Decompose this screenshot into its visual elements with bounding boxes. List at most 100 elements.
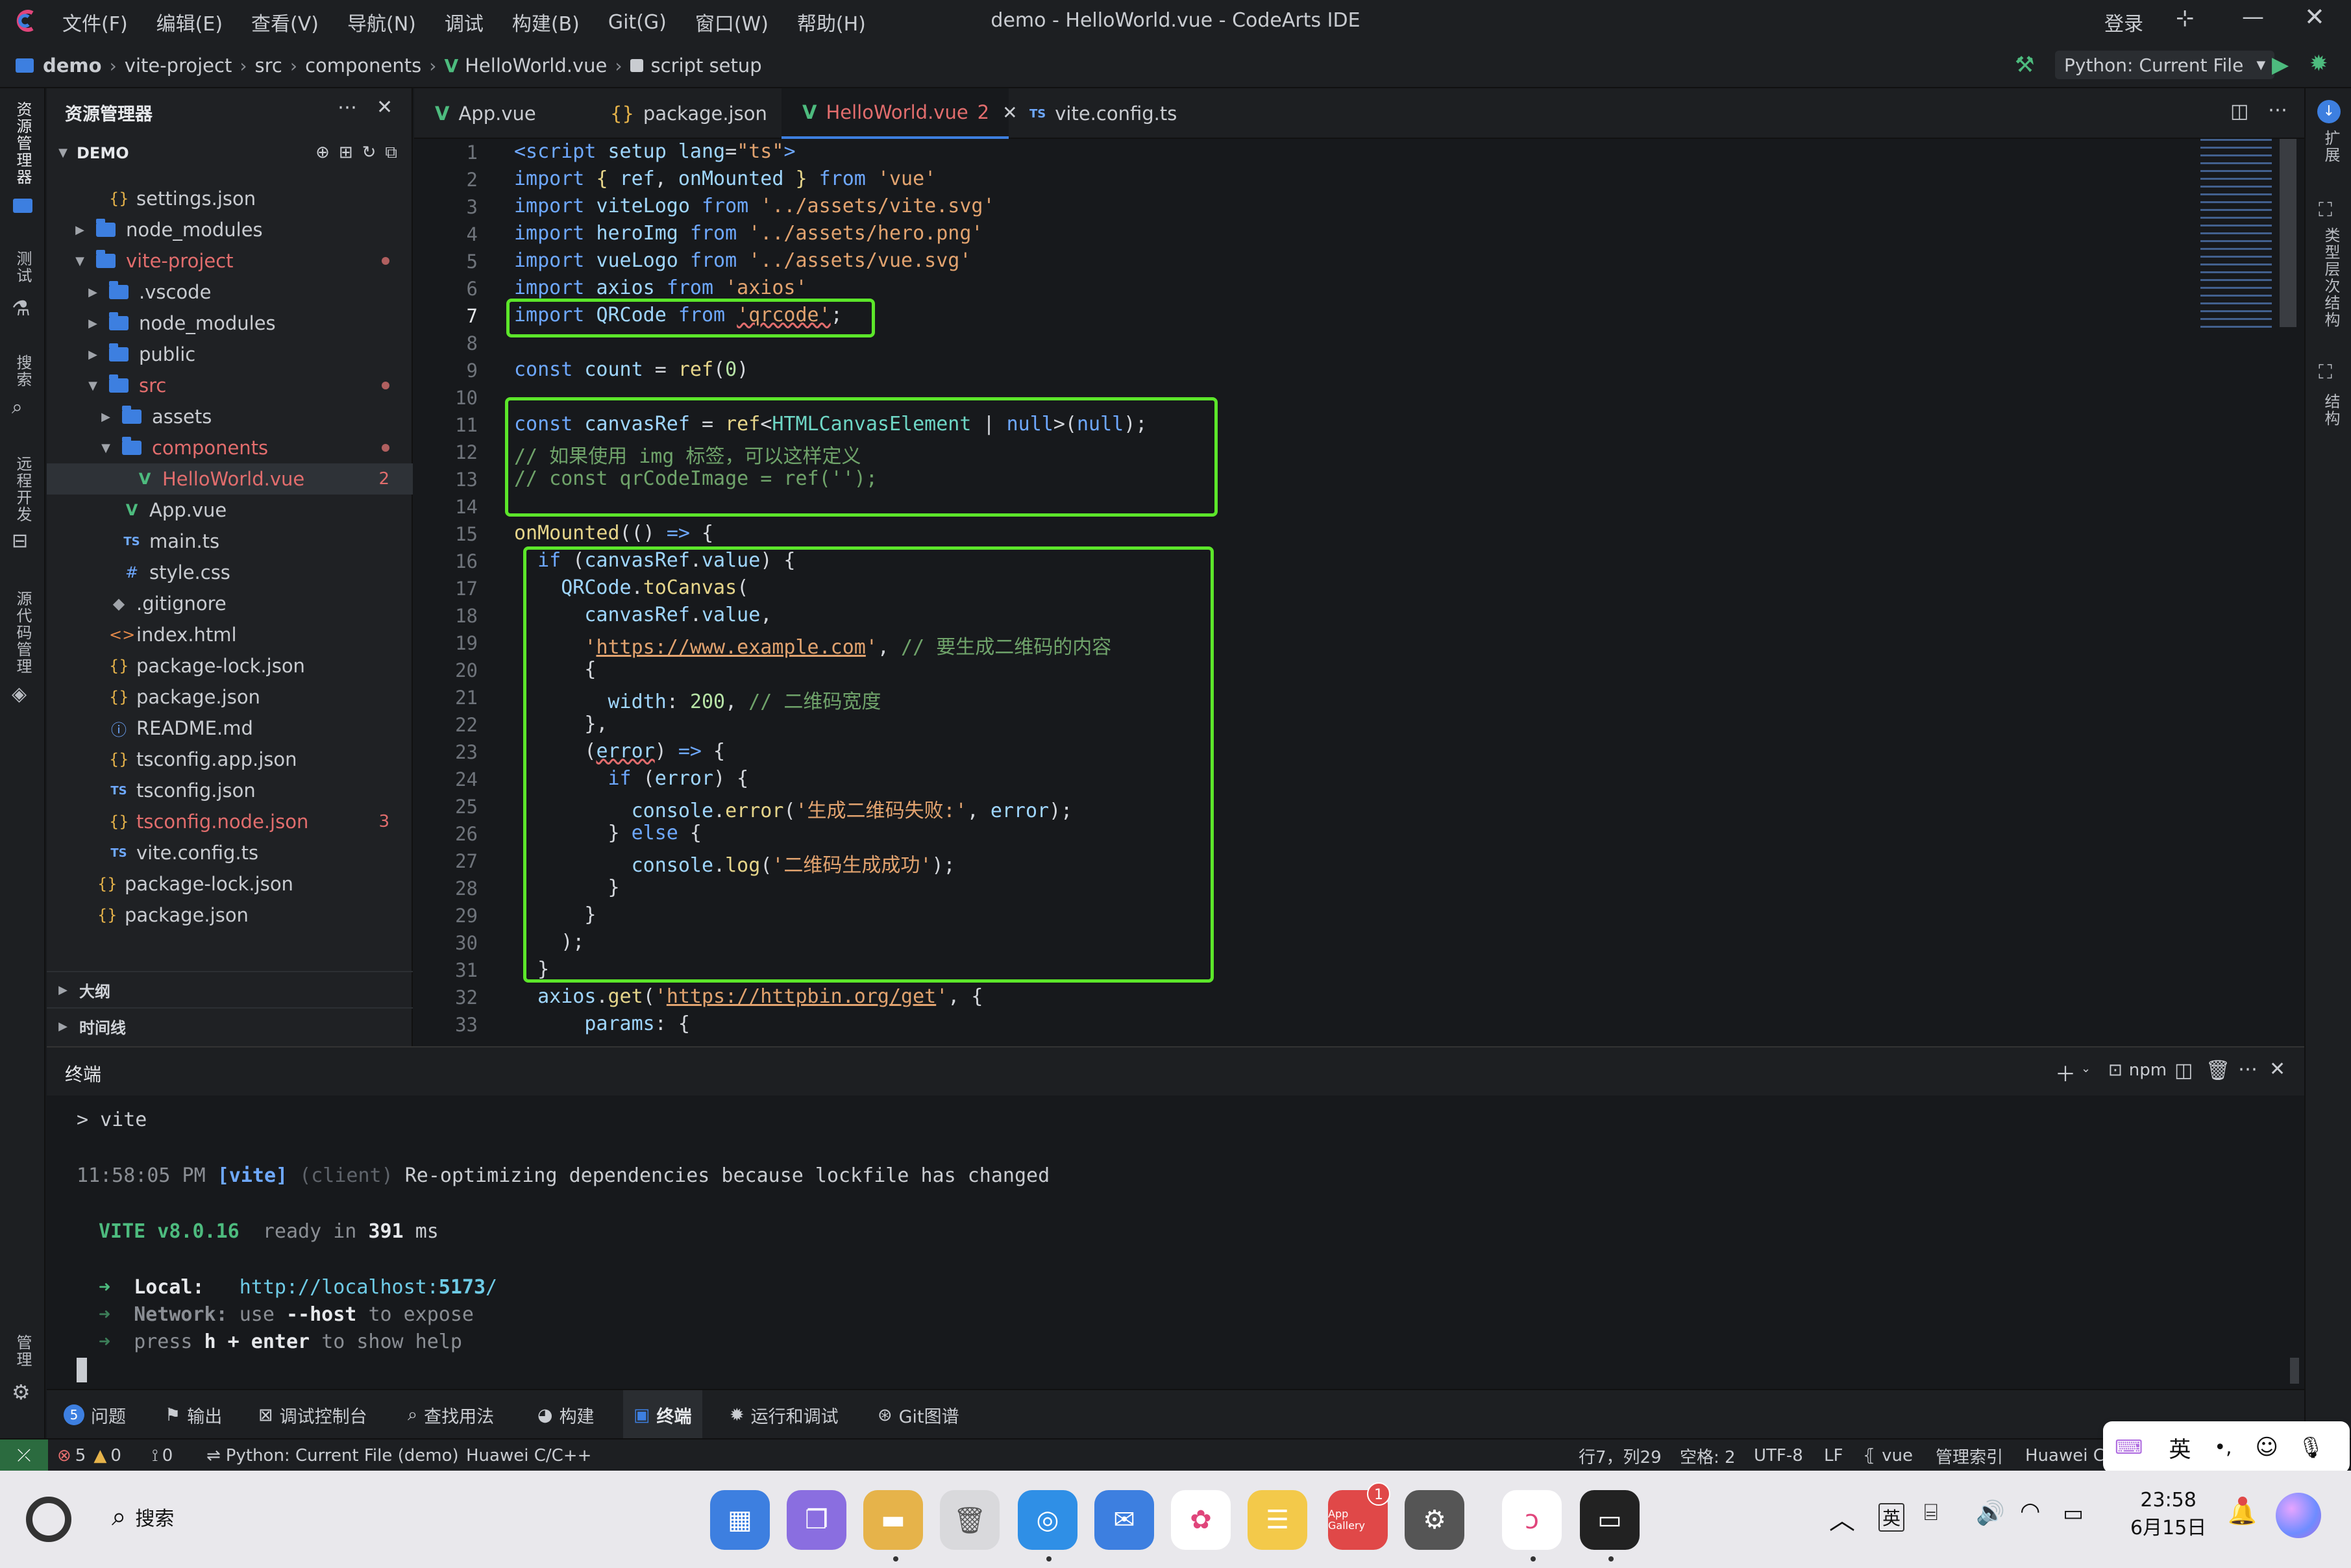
tree-item[interactable]: TS main.ts xyxy=(47,526,413,557)
outline-section[interactable]: ▶ 大纲 xyxy=(47,971,413,1007)
trash-icon[interactable]: 🗑 xyxy=(2206,1059,2230,1082)
status-problems[interactable]: ⊗ 5 ▲ 0 xyxy=(57,1439,121,1472)
taskbar-ime[interactable]: 英 xyxy=(1878,1503,1905,1532)
photos-icon[interactable]: ✿ xyxy=(1171,1490,1231,1550)
breadcrumb-components[interactable]: components xyxy=(305,55,421,77)
more-icon[interactable]: ⋯ xyxy=(2268,99,2287,121)
activity-search[interactable]: 搜索 xyxy=(12,354,34,388)
breadcrumb-vite-project[interactable]: vite-project xyxy=(125,55,232,77)
tree-item[interactable]: {} package.json xyxy=(47,681,413,713)
tab-vite-config-ts[interactable]: TS vite.config.ts xyxy=(1009,88,1203,139)
close-panel-icon[interactable]: ✕ xyxy=(376,96,393,119)
tree-item[interactable]: {} package.json xyxy=(47,900,413,931)
activity-structure[interactable]: 结构 xyxy=(2320,393,2343,427)
status-cpp[interactable]: Huawei C/C++ xyxy=(466,1439,591,1472)
tab-output[interactable]: ⚑ 输出 xyxy=(165,1390,222,1439)
menu-git[interactable]: Git(G) xyxy=(608,11,667,34)
tree-item[interactable]: ▼ src xyxy=(47,370,413,401)
explorer-actions[interactable]: ⊕⊞↻⧉ xyxy=(315,143,406,163)
tab-debug-console[interactable]: ⊠ 调试控制台 xyxy=(258,1390,367,1439)
close-panel-icon[interactable]: ✕ xyxy=(2269,1058,2285,1081)
multitask-icon[interactable]: ❐ xyxy=(787,1490,846,1550)
mail-icon[interactable]: ✉ xyxy=(1094,1490,1154,1550)
timeline-section[interactable]: ▶ 时间线 xyxy=(47,1007,413,1044)
hammer-icon[interactable]: ⚒ xyxy=(2015,52,2034,78)
activity-test[interactable]: 测试 xyxy=(12,251,34,284)
tree-item[interactable]: ▶ .vscode xyxy=(47,276,413,308)
search-icon[interactable]: ⌕ xyxy=(12,396,23,419)
menu-debug[interactable]: 调试 xyxy=(445,8,484,36)
code-editor[interactable]: 1 2 3 4 5 6 7 8 9 10 11 12 13 14 15 16 1… xyxy=(414,139,2304,1046)
menu-navigate[interactable]: 导航(N) xyxy=(347,8,416,36)
status-encoding[interactable]: UTF-8 xyxy=(1754,1439,1803,1472)
login-button[interactable]: 登录 xyxy=(2104,8,2143,36)
tree-item[interactable]: ◆ .gitignore xyxy=(47,588,413,619)
terminal-output[interactable]: > vite 11:58:05 PM [vite] (client) Re-op… xyxy=(47,1096,2304,1389)
assistant-icon[interactable] xyxy=(2276,1493,2321,1538)
activity-scm[interactable]: 源代码管理 xyxy=(12,591,34,675)
tree-item[interactable]: {} package-lock.json xyxy=(47,650,413,681)
wifi-icon[interactable]: ◠ xyxy=(2020,1498,2040,1525)
scrollbar-thumb[interactable] xyxy=(2280,139,2296,327)
breadcrumb-file[interactable]: HelloWorld.vue xyxy=(465,55,607,77)
menu-help[interactable]: 帮助(H) xyxy=(797,8,866,36)
tab-app-vue[interactable]: V App.vue xyxy=(414,88,589,139)
tree-item[interactable]: # style.css xyxy=(47,557,413,588)
terminal-app-icon[interactable]: ▭ xyxy=(1580,1490,1640,1550)
ime-language[interactable]: 英 xyxy=(2169,1432,2191,1464)
status-python[interactable]: ⇌ Python: Current File (demo) xyxy=(206,1439,459,1472)
tree-item[interactable]: TS vite.config.ts xyxy=(47,837,413,868)
chevron-down-icon[interactable]: ⌄ xyxy=(2081,1062,2091,1075)
notes-icon[interactable]: ☰ xyxy=(1248,1490,1307,1550)
split-terminal-icon[interactable]: ◫ xyxy=(2174,1059,2193,1082)
activity-extensions[interactable]: 扩展 xyxy=(2320,130,2343,164)
tab-helloworld-vue[interactable]: V HelloWorld.vue 2 ✕ xyxy=(782,88,1018,139)
punctuation-icon[interactable]: •, xyxy=(2214,1436,2232,1459)
split-editor-icon[interactable]: ◫ xyxy=(2230,100,2248,123)
debug-bug-icon[interactable]: ✹ xyxy=(2309,51,2328,77)
chevron-up-icon[interactable]: ︿ xyxy=(1829,1499,1855,1537)
tree-item-selected[interactable]: V HelloWorld.vue 2 xyxy=(47,463,413,495)
tab-terminal[interactable]: ▣ 终端 xyxy=(623,1390,702,1439)
tree-item[interactable]: ▶ public xyxy=(47,339,413,370)
status-spaces[interactable]: 空格: 2 xyxy=(1680,1439,1736,1472)
flask-icon[interactable]: ⚗ xyxy=(12,296,31,321)
app-launcher-icon[interactable]: ▦ xyxy=(710,1490,770,1550)
minimap[interactable] xyxy=(2200,139,2272,334)
tree-item[interactable]: TS tsconfig.json xyxy=(47,775,413,806)
menu-view[interactable]: 查看(V) xyxy=(251,8,319,36)
status-index[interactable]: 管理索引 xyxy=(1936,1439,2003,1472)
scrollbar-thumb[interactable] xyxy=(2290,1358,2299,1384)
add-terminal-icon[interactable]: ＋ xyxy=(2055,1058,2076,1088)
status-position[interactable]: 行7，列29 xyxy=(1579,1439,1662,1472)
activity-manage[interactable]: 管理 xyxy=(12,1334,34,1368)
status-huawei[interactable]: Huawei C xyxy=(2025,1439,2105,1472)
more-icon[interactable]: ⋯ xyxy=(338,96,357,119)
breadcrumb-src[interactable]: src xyxy=(255,55,282,77)
tab-build[interactable]: ◕ 构建 xyxy=(537,1390,595,1439)
settings-icon[interactable]: ⚙ xyxy=(1405,1490,1464,1550)
activity-explorer[interactable]: 资源管理器 xyxy=(12,101,34,186)
hierarchy-icon[interactable]: ⛶ xyxy=(2319,199,2332,221)
local-url-link[interactable]: http://localhost:5173/ xyxy=(240,1276,497,1299)
tree-item[interactable]: ▼ vite-project xyxy=(47,245,413,276)
terminal-shell[interactable]: ⊡ npm xyxy=(2108,1060,2167,1080)
start-button[interactable] xyxy=(26,1497,71,1542)
remote-icon[interactable]: ⊟ xyxy=(12,530,28,552)
status-eol[interactable]: LF xyxy=(1824,1439,1843,1472)
explorer-icon[interactable] xyxy=(13,199,32,213)
run-icon[interactable]: ▶ xyxy=(2272,52,2289,78)
codearts-logo-icon[interactable] xyxy=(14,9,38,32)
taskbar-search[interactable]: ⌕ 搜索 xyxy=(112,1502,174,1532)
clock[interactable]: 23:58 6月15日 xyxy=(2130,1489,2206,1540)
codearts-app-icon[interactable]: ↄ xyxy=(1502,1490,1562,1550)
clipboard-icon[interactable]: ⌸ xyxy=(1924,1499,1938,1526)
tab-package-json[interactable]: {} package.json xyxy=(589,88,782,139)
tree-item[interactable]: ▶ assets xyxy=(47,401,413,432)
layout-icon[interactable]: ⊹ xyxy=(2176,5,2195,31)
tree-item[interactable]: ⓘ README.md xyxy=(47,713,413,744)
menu-file[interactable]: 文件(F) xyxy=(62,8,128,36)
microphone-icon[interactable]: 🎙 xyxy=(2298,1435,2324,1460)
tab-find-usages[interactable]: ⌕ 查找用法 xyxy=(408,1390,494,1439)
breadcrumb-demo[interactable]: demo xyxy=(43,55,102,77)
